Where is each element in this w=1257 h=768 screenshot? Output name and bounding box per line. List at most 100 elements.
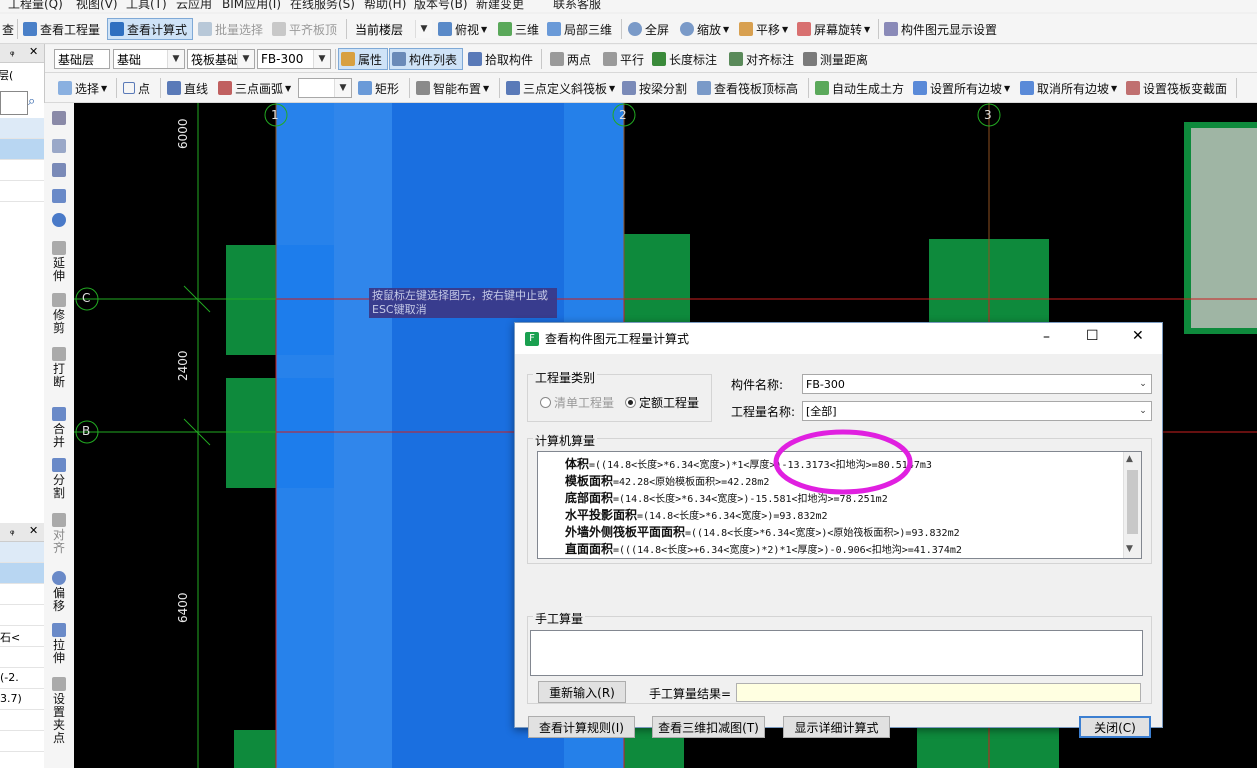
type-select[interactable]: 筏板基础 ▼ — [187, 49, 255, 69]
property-row[interactable] — [0, 584, 44, 605]
property-row[interactable] — [0, 563, 44, 584]
menu-item-version[interactable]: 版本号(B) — [414, 0, 468, 12]
property-row[interactable] — [0, 710, 44, 731]
menu-item-bim[interactable]: BIM应用(I) — [222, 0, 281, 12]
view-raft-elevation-button[interactable]: 查看筏板顶标高 — [695, 77, 800, 99]
minimize-icon[interactable]: – — [1043, 329, 1050, 345]
line-button[interactable]: 直线 — [165, 77, 210, 99]
align-dim-button[interactable]: 对齐标注 — [727, 48, 796, 70]
pin-icon[interactable]: ᵩ — [10, 524, 15, 537]
list-item[interactable] — [0, 139, 44, 160]
display-settings-button[interactable]: 构件图元显示设置 — [882, 18, 999, 40]
component-name-select[interactable]: FB-300 ⌄ — [802, 374, 1152, 394]
set-all-slopes-button[interactable]: 设置所有边坡 ▼ — [911, 77, 1012, 99]
property-row[interactable] — [0, 647, 44, 668]
panel-close-icon[interactable]: ✕ — [29, 524, 38, 537]
menu-item-online[interactable]: 在线服务(S) — [290, 0, 355, 12]
list-item[interactable] — [0, 160, 44, 181]
batch-select-button[interactable]: 批量选择 — [196, 18, 265, 40]
select-button[interactable]: 选择 ▼ — [56, 77, 109, 99]
pick-component-button[interactable]: 拾取构件 — [466, 48, 535, 70]
manual-calc-input[interactable] — [530, 630, 1143, 676]
property-row[interactable]: 3.7) — [0, 689, 44, 710]
cancel-all-slopes-button[interactable]: 取消所有边坡 ▼ — [1018, 77, 1119, 99]
show-detail-formula-button[interactable]: 显示详细计算式 — [783, 716, 890, 738]
pin-icon[interactable]: ᵩ — [10, 45, 15, 58]
dialog-close-button[interactable]: 关闭(C) — [1079, 716, 1151, 738]
measure-distance-button[interactable]: 测量距离 — [801, 48, 870, 70]
component-list-button[interactable]: 构件列表 — [389, 48, 463, 70]
local-3d-button[interactable]: 局部三维 — [545, 18, 614, 40]
slope-raft-button[interactable]: 三点定义斜筏板 ▼ — [504, 77, 617, 99]
rectangle-button[interactable]: 矩形 — [356, 77, 401, 99]
menu-item-quantity[interactable]: 工程量(Q) — [8, 0, 63, 12]
maximize-icon[interactable]: ☐ — [1086, 328, 1099, 344]
scroll-up-icon[interactable]: ▲ — [1126, 454, 1133, 464]
view-quantity-button[interactable]: 查看工程量 — [21, 18, 102, 40]
floor-combo[interactable]: 当前楼层 ▼ — [351, 19, 433, 39]
scroll-down-icon[interactable]: ▼ — [1126, 544, 1133, 554]
manual-result-field[interactable] — [736, 683, 1141, 702]
property-row[interactable] — [0, 605, 44, 626]
trim-tool[interactable]: 修剪 — [44, 293, 74, 335]
menu-item-new-change[interactable]: 新建变更 — [476, 0, 524, 12]
radio-bill-qty[interactable]: 清单工程量 — [540, 394, 614, 411]
property-row[interactable]: (-2. — [0, 668, 44, 689]
menu-item-help[interactable]: 帮助(H) — [364, 0, 406, 12]
copy-tool[interactable] — [44, 139, 74, 155]
property-row[interactable] — [0, 731, 44, 752]
search-icon[interactable]: ⌕ — [28, 94, 35, 109]
break-tool[interactable]: 打断 — [44, 347, 74, 389]
arc-button[interactable]: 三点画弧 ▼ — [216, 77, 293, 99]
panel-search-input[interactable] — [0, 91, 28, 115]
grip-tool[interactable]: 设置夹点 — [44, 677, 74, 745]
close-icon[interactable]: ✕ — [1132, 328, 1144, 344]
pan-button[interactable]: 平移 ▼ — [737, 18, 790, 40]
mirror-tool[interactable] — [44, 163, 74, 179]
floor-select[interactable]: 基础层 — [54, 49, 110, 69]
extend-tool[interactable]: 延伸 — [44, 241, 74, 283]
formula-scrollbar[interactable]: ▲ ▼ — [1123, 452, 1141, 558]
move-tool[interactable] — [44, 189, 74, 205]
two-points-button[interactable]: 两点 — [548, 48, 593, 70]
point-button[interactable]: 点 — [121, 77, 152, 99]
variable-section-button[interactable]: 设置筏板变截面 — [1124, 77, 1229, 99]
panel-close-icon[interactable]: ✕ — [29, 45, 38, 58]
align-tool[interactable]: 对齐 — [44, 513, 74, 555]
offset-tool[interactable]: 偏移 — [44, 571, 74, 613]
view-rules-button[interactable]: 查看计算规则(I) — [528, 716, 635, 738]
menu-item-view[interactable]: 视图(V) — [76, 0, 118, 12]
qty-name-select[interactable]: [全部] ⌄ — [802, 401, 1152, 421]
3d-button[interactable]: 三维 — [496, 18, 541, 40]
parallel-button[interactable]: 平行 — [601, 48, 646, 70]
menu-item-cloud[interactable]: 云应用 — [176, 0, 212, 12]
smart-layout-button[interactable]: 智能布置 ▼ — [414, 77, 491, 99]
rotate-tool[interactable] — [44, 213, 74, 229]
properties-button[interactable]: 属性 — [338, 48, 388, 70]
brush-tool[interactable] — [44, 111, 74, 127]
reinput-button[interactable]: 重新输入(R) — [538, 681, 626, 703]
merge-tool[interactable]: 合并 — [44, 407, 74, 449]
dialog-titlebar[interactable]: F 查看构件图元工程量计算式 – ☐ ✕ — [515, 323, 1162, 354]
property-row[interactable] — [0, 542, 44, 563]
query-button[interactable]: 查 — [0, 18, 16, 40]
rotate-screen-button[interactable]: 屏幕旋转 ▼ — [795, 18, 872, 40]
view-3d-deduction-button[interactable]: 查看三维扣减图(T) — [652, 716, 765, 738]
fullscreen-button[interactable]: 全屏 — [626, 18, 671, 40]
split-by-beam-button[interactable]: 按梁分割 — [620, 77, 689, 99]
arc-option-select[interactable]: ▼ — [298, 78, 352, 98]
zoom-button[interactable]: 缩放 ▼ — [678, 18, 731, 40]
split-tool[interactable]: 分割 — [44, 458, 74, 500]
component-select[interactable]: FB-300 ▼ — [257, 49, 331, 69]
menu-item-support[interactable]: 联系客服 — [553, 0, 601, 12]
category-select[interactable]: 基础 ▼ — [113, 49, 185, 69]
menu-item-tools[interactable]: 工具(T) — [126, 0, 167, 12]
view-formula-button[interactable]: 查看计算式 — [107, 18, 193, 40]
scroll-thumb[interactable] — [1127, 470, 1138, 534]
property-row[interactable]: 石< — [0, 626, 44, 647]
auto-earthwork-button[interactable]: 自动生成土方 — [813, 77, 906, 99]
length-dim-button[interactable]: 长度标注 — [650, 48, 719, 70]
align-top-button[interactable]: 平齐板顶 — [270, 18, 339, 40]
top-view-button[interactable]: 俯视 ▼ — [436, 18, 489, 40]
list-item[interactable] — [0, 181, 44, 202]
